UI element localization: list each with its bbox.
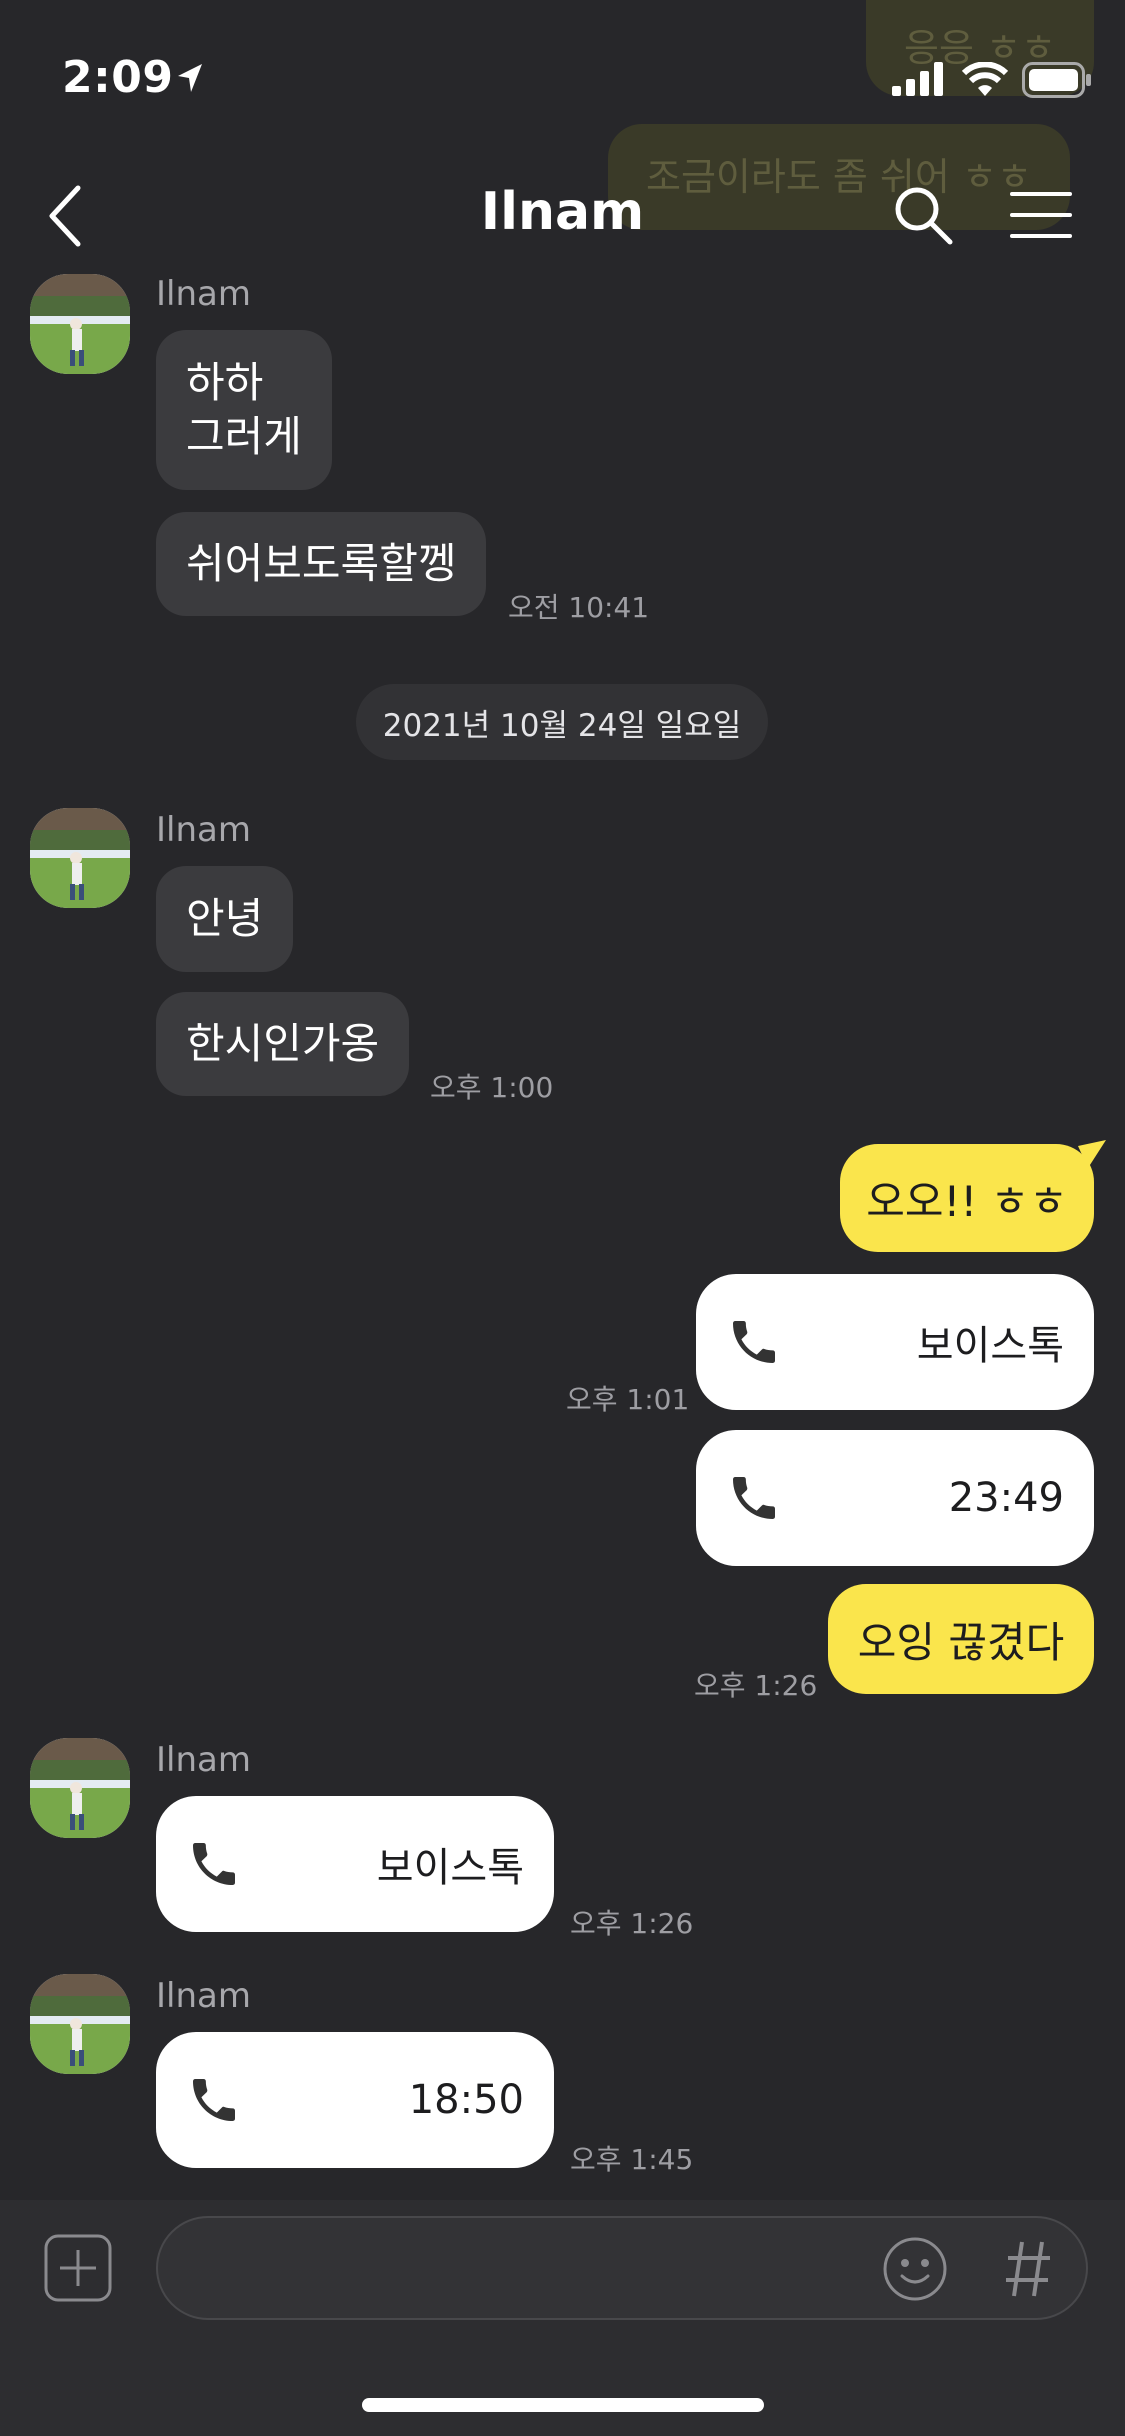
wifi-icon bbox=[962, 62, 1008, 96]
avatar-photo bbox=[30, 274, 130, 374]
sender-name: Ilnam bbox=[156, 274, 251, 314]
signal-icon bbox=[892, 62, 943, 96]
battery-icon bbox=[1022, 62, 1091, 98]
incoming-message[interactable]: 안녕 bbox=[156, 866, 294, 972]
call-label: 23:49 bbox=[948, 1475, 1064, 1521]
message-time: 오후 1:45 bbox=[570, 2143, 694, 2176]
message-time: 오후 1:26 bbox=[570, 1907, 694, 1940]
bubble-tail bbox=[1078, 1140, 1106, 1168]
message-time: 오전 10:41 bbox=[508, 591, 650, 624]
status-time: 2:09 bbox=[62, 52, 174, 103]
incoming-message[interactable]: 하하 그러게 bbox=[156, 330, 332, 490]
avatar-photo bbox=[30, 1974, 130, 2074]
incoming-message[interactable]: 한시인가옹 bbox=[156, 992, 410, 1096]
incoming-message[interactable]: 쉬어보도록할껭 bbox=[156, 512, 487, 616]
search-icon[interactable] bbox=[892, 184, 954, 246]
phone-icon bbox=[733, 1477, 775, 1519]
chat-title: Ilnam bbox=[480, 182, 645, 242]
message-line: 하하 bbox=[186, 358, 264, 407]
message-time: 오후 1:00 bbox=[430, 1071, 554, 1104]
menu-icon[interactable] bbox=[1010, 190, 1072, 240]
avatar-photo bbox=[30, 808, 130, 908]
call-label: 보이스톡 bbox=[916, 1323, 1064, 1369]
outgoing-message[interactable]: 오잉 끊겼다 bbox=[828, 1584, 1094, 1694]
sender-name: Ilnam bbox=[156, 810, 251, 850]
voice-call-bubble[interactable]: 보이스톡 bbox=[156, 1796, 554, 1932]
plus-icon[interactable] bbox=[44, 2234, 112, 2302]
voice-call-bubble[interactable]: 보이스톡 bbox=[696, 1274, 1094, 1410]
hashtag-icon[interactable] bbox=[1004, 2236, 1052, 2302]
message-line: 한시인가옹 bbox=[186, 1019, 380, 1068]
emoji-icon[interactable] bbox=[882, 2236, 948, 2302]
voice-call-bubble[interactable]: 18:50 bbox=[156, 2032, 554, 2168]
message-line: 그러게 bbox=[186, 412, 302, 461]
message-time: 오후 1:26 bbox=[694, 1669, 818, 1702]
home-indicator bbox=[362, 2398, 764, 2412]
message-input[interactable] bbox=[156, 2216, 1088, 2320]
avatar-photo bbox=[30, 1738, 130, 1838]
phone-icon bbox=[733, 1321, 775, 1363]
call-label: 18:50 bbox=[408, 2077, 524, 2123]
message-time: 오후 1:01 bbox=[566, 1383, 690, 1416]
voice-call-bubble[interactable]: 23:49 bbox=[696, 1430, 1094, 1566]
avatar[interactable] bbox=[30, 1738, 130, 1838]
date-divider: 2021년 10월 24일 일요일 bbox=[356, 684, 768, 760]
sender-name: Ilnam bbox=[156, 1740, 251, 1780]
avatar[interactable] bbox=[30, 274, 130, 374]
call-label: 보이스톡 bbox=[376, 1845, 524, 1891]
avatar[interactable] bbox=[30, 808, 130, 908]
message-line: 안녕 bbox=[186, 894, 264, 943]
location-arrow-icon bbox=[178, 64, 202, 92]
sender-name: Ilnam bbox=[156, 1976, 251, 2016]
phone-icon bbox=[193, 1843, 235, 1885]
outgoing-message[interactable]: 오오!! ㅎㅎ bbox=[840, 1144, 1094, 1252]
avatar[interactable] bbox=[30, 1974, 130, 2074]
phone-icon bbox=[193, 2079, 235, 2121]
message-line: 쉬어보도록할껭 bbox=[186, 539, 457, 588]
